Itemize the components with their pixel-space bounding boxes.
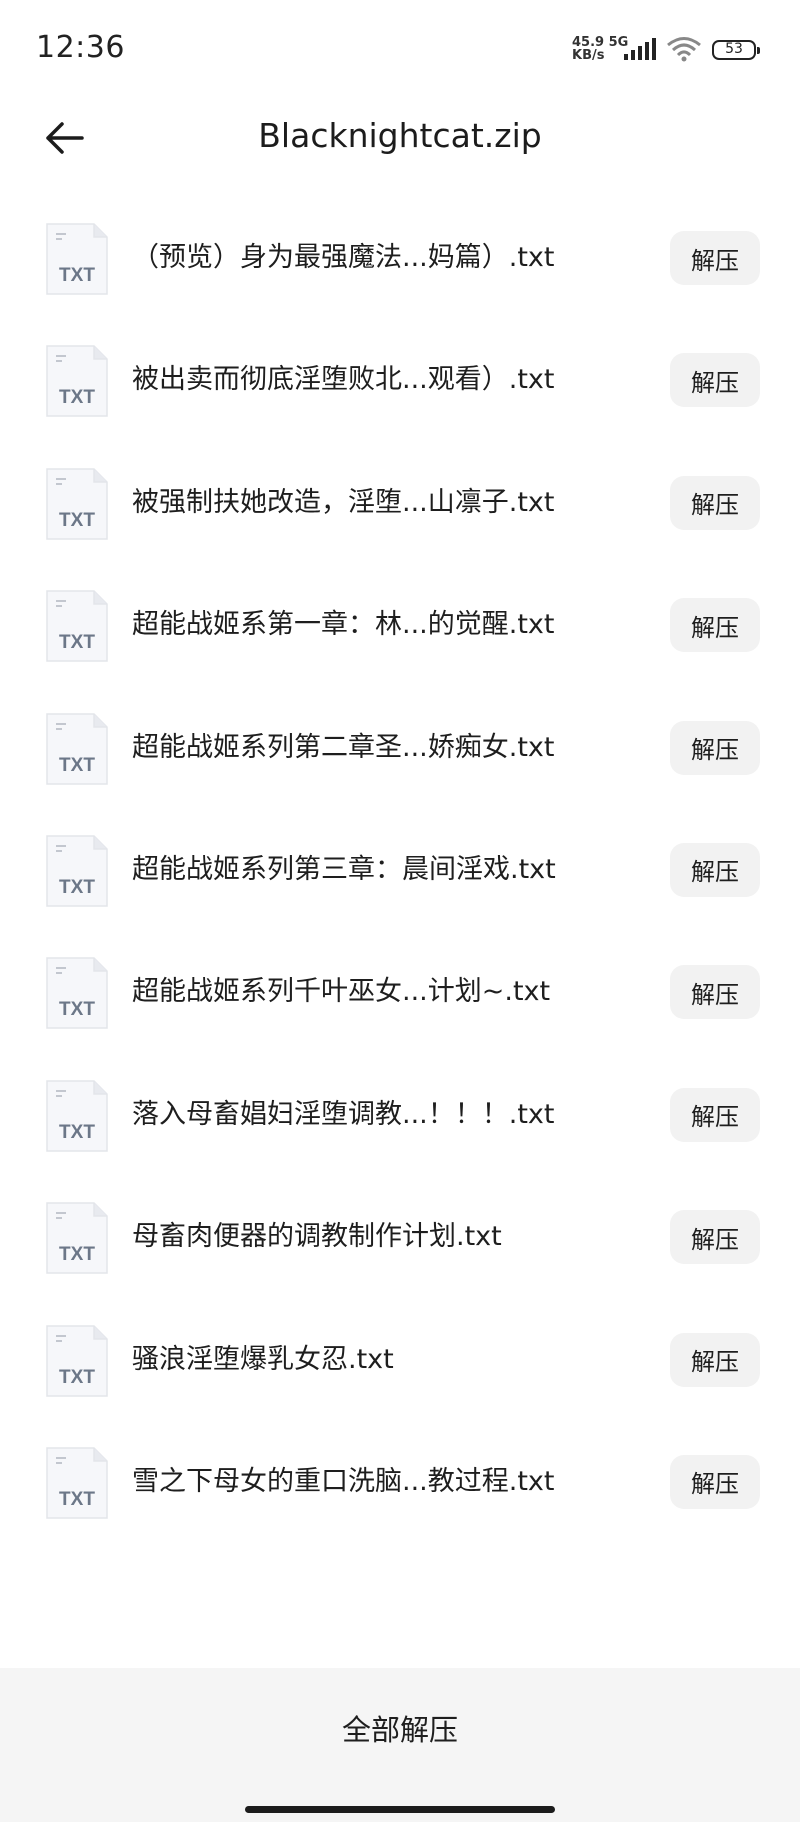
txt-file-icon-label: TXT [59, 1367, 95, 1388]
extract-button[interactable]: 解压 [670, 231, 760, 285]
extract-button[interactable]: 解压 [670, 1332, 760, 1387]
file-list: TXT （预览）身为最强魔法...妈篇）.txt 解压 TXT 被出卖而彻底淫堕… [0, 197, 800, 1543]
txt-file-icon: TXT [46, 712, 108, 785]
extract-button[interactable]: 解压 [670, 1087, 760, 1142]
txt-file-icon-label: TXT [59, 1122, 95, 1143]
file-name: 超能战姬系列千叶巫女...计划~.txt [132, 976, 551, 1008]
file-row[interactable]: TXT 骚浪淫堕爆乳女忍.txt 解压 [0, 1299, 800, 1421]
txt-file-icon: TXT [46, 345, 108, 418]
file-name: 超能战姬系列第三章：晨间淫戏.txt [132, 853, 556, 885]
txt-file-icon: TXT [46, 1079, 108, 1152]
txt-file-icon-label: TXT [59, 1244, 95, 1265]
file-row[interactable]: TXT （预览）身为最强魔法...妈篇）.txt 解压 [0, 197, 800, 319]
file-name: （预览）身为最强魔法...妈篇）.txt [132, 242, 555, 273]
extract-button[interactable]: 解压 [670, 598, 760, 653]
file-name: 超能战姬系第一章：林...的觉醒.txt [132, 609, 555, 641]
extract-button[interactable]: 解压 [670, 1210, 760, 1265]
home-indicator[interactable] [245, 1806, 555, 1813]
extract-button[interactable]: 解压 [670, 720, 760, 775]
status-bar: 12:36 45.9 5G KB/s 53 [0, 0, 800, 100]
file-row[interactable]: TXT 母畜肉便器的调教制作计划.txt 解压 [0, 1176, 800, 1298]
header: Blacknightcat.zip [0, 100, 800, 176]
status-time: 12:36 [36, 30, 125, 65]
extract-button[interactable]: 解压 [670, 353, 760, 408]
extract-all-button[interactable]: 全部解压 [0, 1668, 800, 1788]
file-row[interactable]: TXT 雪之下母女的重口洗脑...教过程.txt 解压 [0, 1421, 800, 1543]
file-row[interactable]: TXT 超能战姬系列千叶巫女...计划~.txt 解压 [0, 931, 800, 1053]
txt-file-icon-label: TXT [59, 999, 95, 1020]
txt-file-icon-label: TXT [59, 1489, 95, 1510]
file-name: 雪之下母女的重口洗脑...教过程.txt [132, 1465, 555, 1497]
txt-file-icon: TXT [46, 590, 108, 662]
txt-file-icon-label: TXT [59, 632, 95, 653]
extract-button[interactable]: 解压 [670, 475, 760, 530]
extract-button[interactable]: 解压 [670, 965, 760, 1020]
txt-file-icon: TXT [46, 957, 108, 1030]
file-name: 落入母畜娼妇淫堕调教...！！！.txt [132, 1098, 555, 1130]
txt-file-icon: TXT [46, 223, 108, 295]
arrow-left-icon [46, 122, 84, 154]
wifi-icon [667, 37, 701, 62]
extract-button[interactable]: 解压 [670, 1454, 760, 1509]
file-row[interactable]: TXT 落入母畜娼妇淫堕调教...！！！.txt 解压 [0, 1054, 800, 1176]
file-name: 骚浪淫堕爆乳女忍.txt [132, 1343, 394, 1375]
file-row[interactable]: TXT 被出卖而彻底淫堕败北...观看）.txt 解压 [0, 319, 800, 441]
txt-file-icon: TXT [46, 468, 108, 540]
file-row[interactable]: TXT 被强制扶她改造，淫堕...山凛子.txt 解压 [0, 442, 800, 564]
extract-button[interactable]: 解压 [670, 842, 760, 897]
txt-file-icon: TXT [46, 1202, 108, 1274]
txt-file-icon: TXT [46, 1324, 108, 1397]
txt-file-icon: TXT [46, 835, 108, 907]
signal-icon [624, 38, 656, 60]
battery-indicator: 53 [712, 40, 760, 60]
file-row[interactable]: TXT 超能战姬系列第二章圣...娇痴女.txt 解压 [0, 687, 800, 809]
txt-file-icon-label: TXT [59, 755, 95, 776]
txt-file-icon-label: TXT [59, 877, 95, 898]
network-speed-unit: KB/s [572, 48, 605, 63]
txt-file-icon-label: TXT [59, 265, 95, 286]
txt-file-icon-label: TXT [59, 510, 95, 531]
file-name: 母畜肉便器的调教制作计划.txt [132, 1221, 502, 1253]
back-button[interactable] [36, 110, 92, 166]
file-name: 被出卖而彻底淫堕败北...观看）.txt [132, 364, 555, 396]
txt-file-icon: TXT [46, 1447, 108, 1519]
txt-file-icon-label: TXT [59, 387, 95, 408]
file-row[interactable]: TXT 超能战姬系第一章：林...的觉醒.txt 解压 [0, 564, 800, 686]
file-row[interactable]: TXT 超能战姬系列第三章：晨间淫戏.txt 解压 [0, 809, 800, 931]
network-speed: 45.9 5G KB/s [572, 36, 628, 62]
page-title: Blacknightcat.zip [258, 116, 542, 155]
file-name: 超能战姬系列第二章圣...娇痴女.txt [132, 731, 555, 763]
file-name: 被强制扶她改造，淫堕...山凛子.txt [132, 486, 555, 518]
bottom-bar: 全部解压 [0, 1668, 800, 1822]
